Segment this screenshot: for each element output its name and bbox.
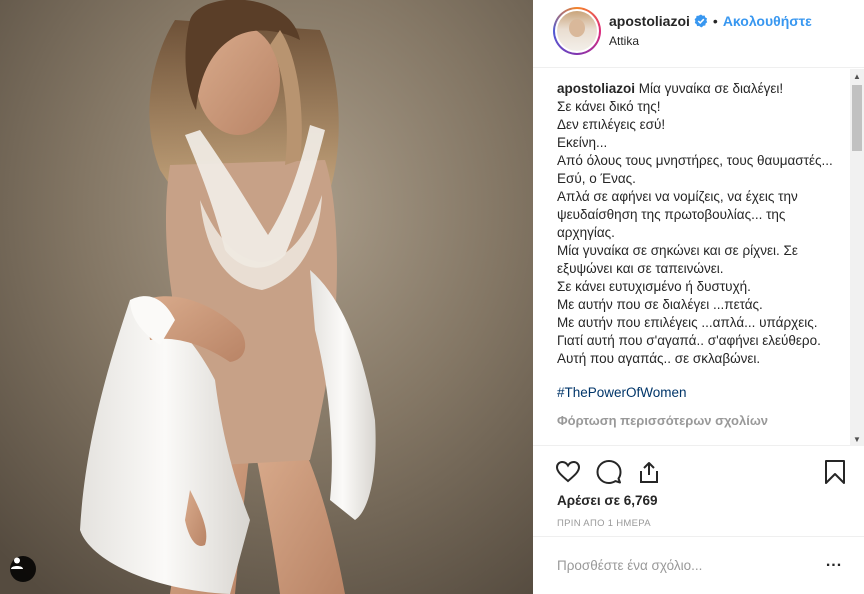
post-sidebar: apostoliazoi • Ακολουθήστε Attika aposto… [533,0,864,594]
scroll-up-arrow-icon[interactable]: ▲ [850,69,864,83]
bookmark-icon[interactable] [822,459,848,485]
heart-icon[interactable] [555,459,581,485]
scroll-thumb[interactable] [852,85,862,151]
post-photo[interactable] [0,0,533,594]
follow-button[interactable]: Ακολουθήστε [723,13,812,29]
user-tag-icon[interactable] [10,556,36,582]
caption-line-3: Εκείνη... [557,135,608,150]
caption-line-2: Δεν επιλέγεις εσύ! [557,117,666,132]
hashtag-link[interactable]: #ThePowerOfWomen [557,384,847,402]
add-comment-bar: ... [533,536,864,594]
comment-input[interactable] [557,555,807,575]
photo-illustration [0,0,533,594]
header-user-row: apostoliazoi • Ακολουθήστε [609,13,812,29]
action-bar [533,447,864,497]
caption-username[interactable]: apostoliazoi [557,81,635,96]
caption-line-5: Απλά σε αφήνει να νομίζεις, να έχεις την… [557,189,798,240]
comment-bubble-icon[interactable] [596,459,622,485]
caption-line-8: Με αυτήν που σε διαλέγει ...πετάς. [557,297,763,312]
comments-scrollbar[interactable]: ▲ ▼ [850,69,864,446]
caption-line-10: Γιατί αυτή που σ'αγαπά.. σ'αφήνει ελεύθε… [557,333,821,348]
post-header: apostoliazoi • Ακολουθήστε Attika [533,0,864,68]
header-separator: • [712,13,718,29]
caption-line-7: Σε κάνει ευτυχισμένο ή δυστυχή. [557,279,751,294]
header-username[interactable]: apostoliazoi [609,13,690,29]
load-more-comments-button[interactable]: Φόρτωση περισσότερων σχολίων [557,412,847,430]
comments-area[interactable]: apostoliazoi Μία γυναίκα σε διαλέγει! Σε… [533,69,864,446]
verified-badge-icon [694,14,708,28]
caption-line-0: apostoliazoi Μία γυναίκα σε διαλέγει! [557,81,784,96]
likes-count[interactable]: Αρέσει σε 6,769 [557,493,658,508]
caption-line-11: Αυτή που αγαπάς.. σε σκλαβώνει. [557,351,761,366]
post-timestamp[interactable]: ΠΡΙΝ ΑΠΟ 1 ΗΜΕΡΑ [557,518,651,529]
caption-line-4: Από όλους τους μνηστήρες, τους θαυμαστές… [557,153,833,186]
caption-line-6: Μία γυναίκα σε σηκώνει και σε ρίχνει. Σε… [557,243,798,276]
more-options-button[interactable]: ... [824,554,844,575]
caption-line-9: Με αυτήν που επιλέγεις ...απλά... υπάρχε… [557,315,818,330]
avatar[interactable] [553,7,601,55]
caption-line-1: Σε κάνει δικό της! [557,99,661,114]
scroll-down-arrow-icon[interactable]: ▼ [850,432,864,446]
share-icon[interactable] [636,459,662,485]
post-caption: apostoliazoi Μία γυναίκα σε διαλέγει! Σε… [557,80,847,430]
location-link[interactable]: Attika [609,34,639,48]
